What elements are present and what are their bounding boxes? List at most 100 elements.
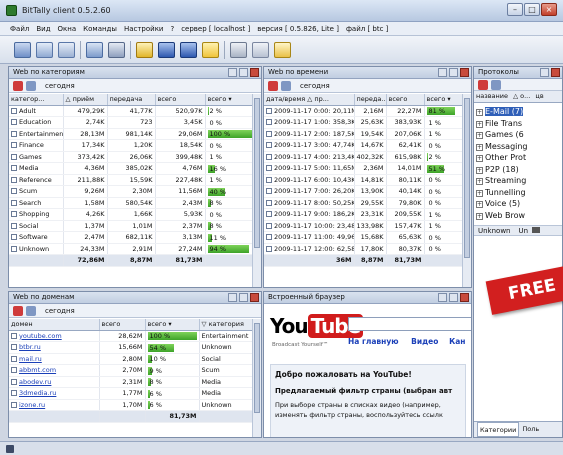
expand-icon[interactable]: + [476,201,483,208]
pin-icon[interactable] [239,293,248,302]
period-label[interactable]: сегодня [45,307,75,315]
checkbox-icon[interactable] [11,107,17,114]
col-sort[interactable]: △ о... [513,92,530,100]
table-row[interactable]: 2009-11-17 10:00: 23,48K 133,98K 157,47K 1 … [264,220,465,232]
document-icon[interactable] [252,42,269,58]
menu-commands[interactable]: Команды [83,25,117,33]
period-label[interactable]: сегодня [45,82,75,90]
dock-icon[interactable] [438,293,447,302]
chart-icon[interactable] [478,80,488,90]
checkbox-icon[interactable] [11,378,17,385]
menu-help[interactable]: ? [170,25,174,33]
panel-close-icon[interactable] [551,68,560,77]
col-domain[interactable]: домен [9,319,100,331]
col-total[interactable]: всего [99,319,146,331]
table-row[interactable]: abodev.ru 2,31M 8 % Media [9,376,255,388]
table-row[interactable]: Media 4,36M 385,02K 4,76M 16 % [9,162,255,175]
save-all-icon[interactable] [180,42,197,58]
table-row[interactable]: abbmt.com 2,70M 9 % Scum [9,364,255,377]
checkbox-icon[interactable] [11,153,17,160]
menu-view[interactable]: Вид [36,25,50,33]
table-row[interactable]: 2009-11-17 12:00: 62,58K 17,80K 80,37K 0 % [264,243,465,255]
table-row[interactable]: Entertainment 28,13M 981,14K 29,06M 100 % [9,128,255,140]
chart-icon[interactable] [268,81,278,91]
maximize-button[interactable]: □ [524,3,540,16]
refresh-icon[interactable] [491,80,501,90]
col-name[interactable]: название [476,92,508,100]
protocol-item[interactable]: + Messaging [476,141,528,153]
nav-video[interactable]: Видео [411,337,438,346]
domain-link[interactable]: abbmt.com [19,366,56,374]
col-recv[interactable]: △ приём [63,94,108,106]
domain-link[interactable]: abodev.ru [19,378,51,386]
expand-icon[interactable] [266,188,272,195]
domain-link[interactable]: youtube.com [19,332,62,340]
protocol-item[interactable]: + P2P (18) [476,164,528,176]
table-row[interactable]: youtube.com 28,62M 100 % Entertainment [9,330,255,342]
tools-icon[interactable] [230,42,247,58]
chart-icon[interactable] [13,306,23,316]
dock-icon[interactable] [228,68,237,77]
expand-icon[interactable]: + [476,166,483,174]
filter-icon[interactable] [108,42,125,58]
tab-categories[interactable]: Категории [477,422,520,437]
expand-icon[interactable]: + [476,189,483,197]
scrollbar[interactable] [252,94,261,287]
table-row[interactable]: 2009-11-17 2:00: 187,5K 19,54K 207,06K 1 % [264,128,465,140]
col-total-pct[interactable]: всего ▾ [205,94,255,106]
refresh-icon[interactable] [26,81,36,91]
table-row[interactable]: btbr.ru 15,66M 54 % Unknown [9,341,255,354]
protocol-item[interactable]: + E-Mail (7) [476,106,528,118]
table-row[interactable]: 2009-11-17 5:00: 11,65M 2,36M 14,01M 51 % [264,162,465,175]
col-total[interactable]: всего [155,94,206,106]
menu-version[interactable]: версия [ 0.5.826, Lite ] [257,25,339,33]
pin-icon[interactable] [239,68,248,77]
scrollbar[interactable] [252,319,261,437]
layout-icon[interactable] [58,42,75,58]
protocol-item[interactable]: + File Trans [476,118,528,130]
expand-icon[interactable] [266,222,272,229]
windows-icon[interactable] [36,42,53,58]
connect-icon[interactable] [14,42,31,58]
domain-link[interactable]: btbr.ru [19,343,41,351]
expand-icon[interactable] [266,107,272,114]
table-row[interactable]: Software 2,47M 682,11K 3,13M 11 % [9,231,255,244]
period-label[interactable]: сегодня [300,82,330,90]
dock-icon[interactable] [438,68,447,77]
protocol-item[interactable]: + Games (6 [476,129,528,141]
expand-icon[interactable] [266,245,272,252]
checkbox-icon[interactable] [11,165,17,172]
report-icon[interactable] [274,42,291,58]
table-row[interactable]: Shopping 4,26K 1,66K 5,93K 0 % [9,208,255,221]
refresh-icon[interactable] [281,81,291,91]
expand-icon[interactable] [266,165,272,172]
table-row[interactable]: 2009-11-17 0:00: 20,11M 2,16M 22,27M 81 % [264,105,465,117]
chart-icon[interactable] [13,81,23,91]
protocol-item[interactable]: + Voice (5) [476,198,528,210]
expand-icon[interactable]: + [476,120,483,128]
col-datetime[interactable]: дата/время △ пр... [264,94,355,106]
col-send[interactable]: передача [107,94,156,106]
checkbox-icon[interactable] [11,332,17,339]
table-row[interactable]: 2009-11-17 11:00: 49,96K 15,68K 65,63K 0 % [264,231,465,244]
table-row[interactable]: Finance 17,34K 1,20K 18,54K 0 % [9,139,255,152]
table-row[interactable]: Social 1,37M 1,01M 2,37M 8 % [9,220,255,232]
checkbox-icon[interactable] [11,176,17,183]
expand-icon[interactable] [266,153,272,160]
checkbox-icon[interactable] [11,390,17,397]
col-category[interactable]: категор... [9,94,64,106]
table-row[interactable]: 2009-11-17 7:00: 26,20K 13,90K 40,14K 0 % [264,185,465,198]
expand-icon[interactable] [266,142,272,149]
expand-icon[interactable]: + [476,143,483,151]
domain-link[interactable]: mail.ru [19,355,42,363]
domain-link[interactable]: 3dmedia.ru [19,389,56,397]
protocol-item[interactable]: + Other Prot [476,152,528,164]
checkbox-icon[interactable] [11,130,17,137]
table-row[interactable]: Search 1,58M 580,54K 2,43M 8 % [9,197,255,209]
checkbox-icon[interactable] [11,199,17,206]
checkbox-icon[interactable] [11,188,17,195]
panel-close-icon[interactable] [460,293,469,302]
table-row[interactable]: 2009-11-17 8:00: 50,25K 29,55K 79,80K 0 % [264,197,465,209]
expand-icon[interactable]: + [476,132,483,139]
expand-icon[interactable]: + [476,155,483,162]
